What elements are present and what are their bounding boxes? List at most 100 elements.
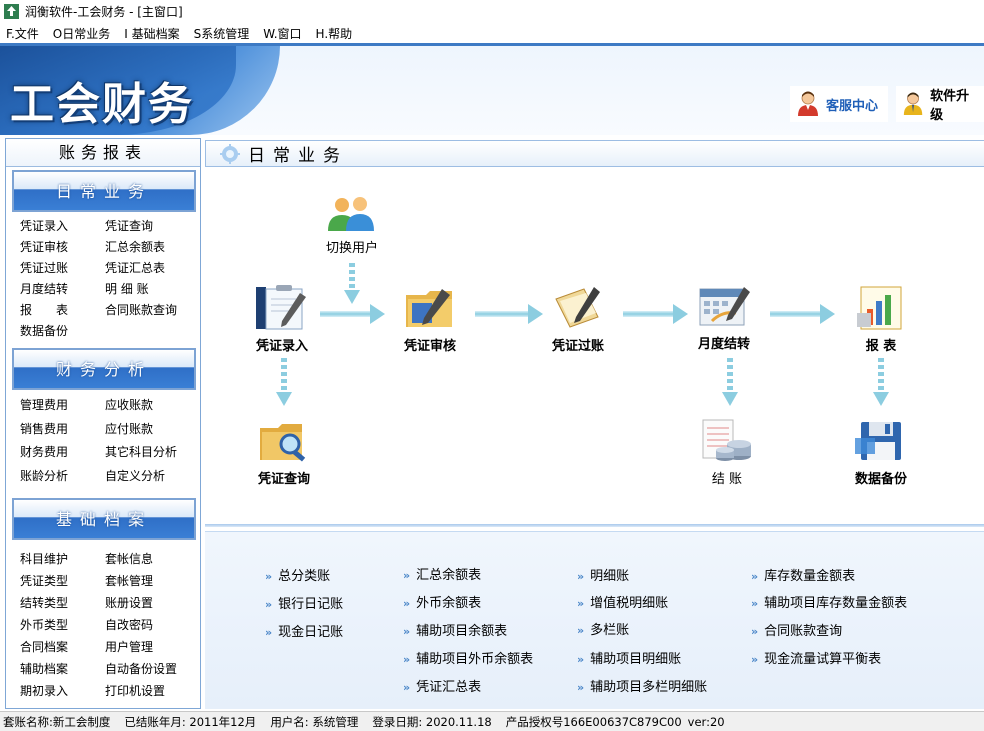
report-link-detail-ledger[interactable]: » 明细账 (577, 565, 629, 584)
report-link-currency-balance[interactable]: » 外币余额表 (403, 592, 481, 611)
report-link-aux-inventory-amount[interactable]: » 辅助项目库存数量金额表 (751, 592, 907, 611)
users-icon (328, 197, 374, 231)
sidebar-item-summary-balance[interactable]: 汇总余额表 (105, 237, 200, 258)
report-link-vat-detail[interactable]: » 增值税明细账 (577, 592, 668, 611)
main-title: 日常业务 (248, 146, 348, 166)
analysis-items: 管理费用 应收账款 销售费用 应付账款 财务费用 其它科目分析 账龄分析 自定义… (6, 394, 200, 488)
window-title: 润衡软件-工会财务 - [主窗口] (25, 5, 183, 19)
sidebar-item-finance-expense[interactable]: 财务费用 (20, 441, 105, 465)
flow-data-backup-label: 数据备份 (854, 472, 907, 487)
clipboard-pen-icon (256, 285, 306, 330)
sidebar-item-opening-entry[interactable]: 期初录入 (20, 680, 105, 702)
service-center-button[interactable]: 客服中心 (790, 86, 888, 122)
sidebar-item-voucher-post[interactable]: 凭证过账 (20, 258, 105, 279)
sidebar-item-other-accounts[interactable]: 其它科目分析 (105, 441, 200, 465)
flow-closing-label: 结 账 (711, 472, 743, 487)
sidebar-item-detail-ledger[interactable]: 明 细 账 (105, 279, 200, 300)
flow-voucher-query[interactable]: 凭证查询 (249, 416, 319, 487)
arrow-entry-to-audit (320, 304, 385, 324)
report-link-bank-journal[interactable]: » 银行日记账 (265, 593, 343, 612)
report-link-voucher-summary[interactable]: » 凭证汇总表 (403, 676, 481, 695)
report-link-aux-currency-balance[interactable]: » 辅助项目外币余额表 (403, 648, 533, 667)
flow-month-end-label: 月度结转 (697, 337, 750, 352)
report-link-cash-journal[interactable]: » 现金日记账 (265, 621, 343, 640)
report-link-contract-query[interactable]: » 合同账款查询 (751, 620, 842, 639)
menu-window[interactable]: W.窗口 (263, 25, 301, 42)
menu-bar: F.文件 O日常业务 I 基础档案 S系统管理 W.窗口 H.帮助 (0, 23, 984, 43)
software-upgrade-button[interactable]: 软件升级 (896, 86, 984, 123)
flow-voucher-audit[interactable]: 凭证审核 (395, 283, 465, 354)
flow-voucher-post[interactable]: 凭证过账 (542, 283, 614, 354)
flow-reports-label: 报 表 (865, 339, 897, 354)
sidebar-item-set-manage[interactable]: 套帐管理 (105, 570, 200, 592)
section-header-analysis[interactable]: 财务分析 (12, 348, 196, 390)
report-link-aux-multi-detail[interactable]: » 辅助项目多栏明细账 (577, 676, 707, 695)
sidebar-item-aging[interactable]: 账龄分析 (20, 465, 105, 489)
menu-basic-files[interactable]: I 基础档案 (124, 25, 179, 42)
menu-help[interactable]: H.帮助 (316, 25, 353, 42)
sidebar-item-payables[interactable]: 应付账款 (105, 418, 200, 442)
report-link-multi-column[interactable]: » 多栏账 (577, 619, 629, 638)
sidebar-item-transfer-type[interactable]: 结转类型 (20, 592, 105, 614)
sidebar-item-contract-query[interactable]: 合同账款查询 (105, 300, 200, 321)
sidebar-item-voucher-type[interactable]: 凭证类型 (20, 570, 105, 592)
sidebar-item-set-info[interactable]: 套帐信息 (105, 548, 200, 570)
flow-voucher-query-label: 凭证查询 (257, 472, 310, 487)
sidebar-item-account-maint[interactable]: 科目维护 (20, 548, 105, 570)
report-link-summary-balance[interactable]: » 汇总余额表 (403, 564, 481, 583)
gear-icon (220, 143, 240, 164)
report-link-inventory-amount[interactable]: » 库存数量金额表 (751, 565, 855, 584)
flow-divider (205, 524, 984, 527)
sidebar-item-contract-files[interactable]: 合同档案 (20, 636, 105, 658)
sidebar-item-month-end[interactable]: 月度结转 (20, 279, 105, 300)
sidebar-item-reports[interactable]: 报 表 (20, 300, 105, 321)
sidebar-item-data-backup[interactable]: 数据备份 (20, 321, 105, 342)
title-bar: 润衡软件-工会财务 - [主窗口] (0, 0, 984, 23)
document-pen-icon (555, 287, 600, 328)
sidebar-item-user-manage[interactable]: 用户管理 (105, 636, 200, 658)
sidebar-item-voucher-entry[interactable]: 凭证录入 (20, 216, 105, 237)
report-link-cashflow-trial[interactable]: » 现金流量试算平衡表 (751, 648, 881, 667)
flow-switch-user[interactable]: 切换用户 (317, 195, 387, 256)
arrow-post-to-monthend (623, 304, 688, 324)
flow-data-backup[interactable]: 数据备份 (845, 416, 917, 487)
menu-system[interactable]: S系统管理 (194, 25, 250, 42)
report-link-general-ledger[interactable]: » 总分类账 (265, 565, 330, 584)
report-link-aux-balance[interactable]: » 辅助项目余额表 (403, 620, 507, 639)
sidebar-item-custom-analysis[interactable]: 自定义分析 (105, 465, 200, 489)
flow-voucher-entry[interactable]: 凭证录入 (247, 283, 317, 354)
coins-ledger-icon (702, 419, 751, 461)
sidebar-item-receivables[interactable]: 应收账款 (105, 394, 200, 418)
sidebar-item-currency-type[interactable]: 外币类型 (20, 614, 105, 636)
arrow-monthend-to-closing (722, 358, 738, 406)
sidebar-item-admin-expense[interactable]: 管理费用 (20, 394, 105, 418)
sidebar-item-aux-files[interactable]: 辅助档案 (20, 658, 105, 680)
arrow-monthend-to-reports (770, 304, 835, 324)
sidebar-item-voucher-audit[interactable]: 凭证审核 (20, 237, 105, 258)
service-center-label: 客服中心 (826, 98, 879, 114)
report-link-aux-detail[interactable]: » 辅助项目明细账 (577, 648, 681, 667)
sidebar-item-auto-backup[interactable]: 自动备份设置 (105, 658, 200, 680)
flow-month-end[interactable]: 月度结转 (688, 281, 760, 352)
menu-file[interactable]: F.文件 (6, 25, 39, 42)
sidebar-item-ledger-settings[interactable]: 账册设置 (105, 592, 200, 614)
sidebar-item-printer-settings[interactable]: 打印机设置 (105, 680, 200, 702)
sidebar-item-change-password[interactable]: 自改密码 (105, 614, 200, 636)
status-user: 用户名: 系统管理 (270, 714, 359, 729)
section-header-basic[interactable]: 基础档案 (12, 498, 196, 540)
status-login-date: 登录日期: 2020.11.18 (372, 714, 492, 729)
upgrade-person-icon (903, 92, 923, 116)
menu-daily[interactable]: O日常业务 (53, 25, 110, 42)
flow-closing[interactable]: 结 账 (691, 416, 763, 487)
sidebar-item-voucher-summary[interactable]: 凭证汇总表 (105, 258, 200, 279)
service-person-icon (798, 91, 818, 116)
section-header-daily[interactable]: 日常业务 (12, 170, 196, 212)
main-window: 润衡软件-工会财务 - [主窗口] F.文件 O日常业务 I 基础档案 S系统管… (0, 0, 984, 731)
status-version: ver:20 (687, 714, 725, 729)
flow-reports[interactable]: 报 表 (845, 283, 917, 354)
software-upgrade-label: 软件升级 (930, 89, 970, 123)
status-bar: 套账名称:新工会制度 已结账年月: 2011年12月 用户名: 系统管理 登录日… (0, 711, 984, 731)
sidebar-item-sales-expense[interactable]: 销售费用 (20, 418, 105, 442)
status-account-name: 套账名称:新工会制度 (3, 714, 111, 729)
sidebar-item-voucher-query[interactable]: 凭证查询 (105, 216, 200, 237)
